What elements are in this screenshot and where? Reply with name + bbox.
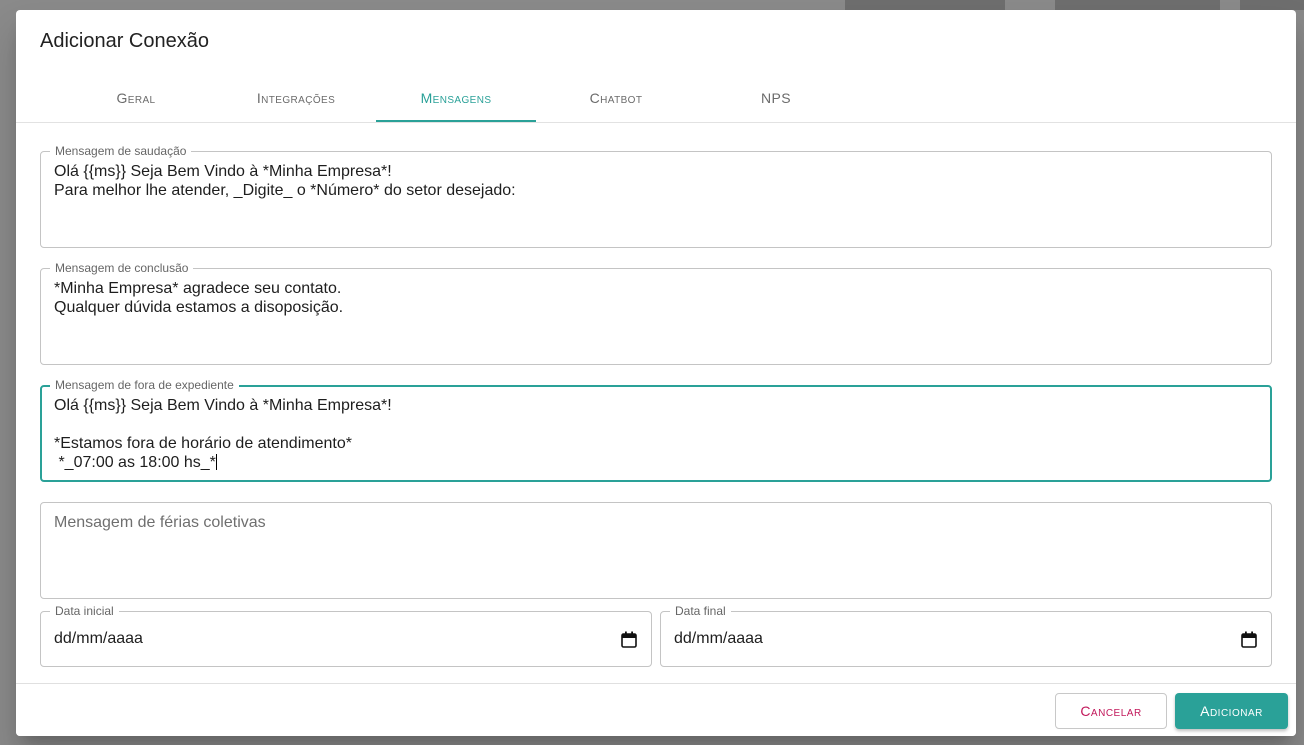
active-tab-indicator — [376, 120, 536, 122]
start-date-label: Data inicial — [50, 604, 119, 618]
conclusion-message-label: Mensagem de conclusão — [50, 261, 194, 275]
out-of-hours-message-field[interactable]: Mensagem de fora de expediente Olá {{ms}… — [40, 378, 1272, 482]
start-date-field[interactable]: Data inicial dd/mm/aaaa — [40, 604, 652, 667]
greeting-message-field[interactable]: Mensagem de saudação Olá {{ms}} Seja Bem… — [40, 144, 1272, 248]
tab-mensagens[interactable]: Mensagens — [376, 74, 536, 122]
out-of-hours-message-text[interactable]: Olá {{ms}} Seja Bem Vindo à *Minha Empre… — [54, 396, 1257, 472]
dialog-title: Adicionar Conexão — [40, 30, 209, 52]
end-date-field[interactable]: Data final dd/mm/aaaa — [660, 604, 1272, 667]
calendar-icon[interactable] — [621, 631, 637, 648]
cancel-button[interactable]: Cancelar — [1055, 693, 1167, 729]
tab-nps[interactable]: NPS — [696, 74, 856, 122]
tab-bar: Geral Integrações Mensagens Chatbot NPS — [16, 74, 1296, 123]
tab-integracoes[interactable]: Integrações — [216, 74, 376, 122]
dialog-actions: Cancelar Adicionar — [16, 683, 1296, 736]
conclusion-message-field[interactable]: Mensagem de conclusão *Minha Empresa* ag… — [40, 261, 1272, 365]
end-date-input[interactable]: dd/mm/aaaa — [674, 630, 763, 648]
conclusion-message-text[interactable]: *Minha Empresa* agradece seu contato. Qu… — [54, 279, 1258, 317]
background-fragment — [845, 0, 1005, 10]
background-fragment — [1240, 0, 1304, 10]
out-of-hours-message-value: Olá {{ms}} Seja Bem Vindo à *Minha Empre… — [54, 397, 392, 471]
text-caret — [215, 454, 217, 470]
vacation-message-field[interactable]: Mensagem de férias coletivas — [40, 502, 1272, 599]
end-date-label: Data final — [670, 604, 731, 618]
vacation-message-placeholder: Mensagem de férias coletivas — [54, 514, 266, 531]
add-button[interactable]: Adicionar — [1175, 693, 1288, 729]
add-connection-dialog: Adicionar Conexão Geral Integrações Mens… — [16, 10, 1296, 736]
tab-chatbot[interactable]: Chatbot — [536, 74, 696, 122]
background-fragment — [1055, 0, 1220, 10]
greeting-message-text[interactable]: Olá {{ms}} Seja Bem Vindo à *Minha Empre… — [54, 162, 1258, 200]
start-date-input[interactable]: dd/mm/aaaa — [54, 630, 143, 648]
tab-geral[interactable]: Geral — [56, 74, 216, 122]
greeting-message-label: Mensagem de saudação — [50, 144, 192, 158]
out-of-hours-message-label: Mensagem de fora de expediente — [50, 378, 239, 392]
calendar-icon[interactable] — [1241, 631, 1257, 648]
